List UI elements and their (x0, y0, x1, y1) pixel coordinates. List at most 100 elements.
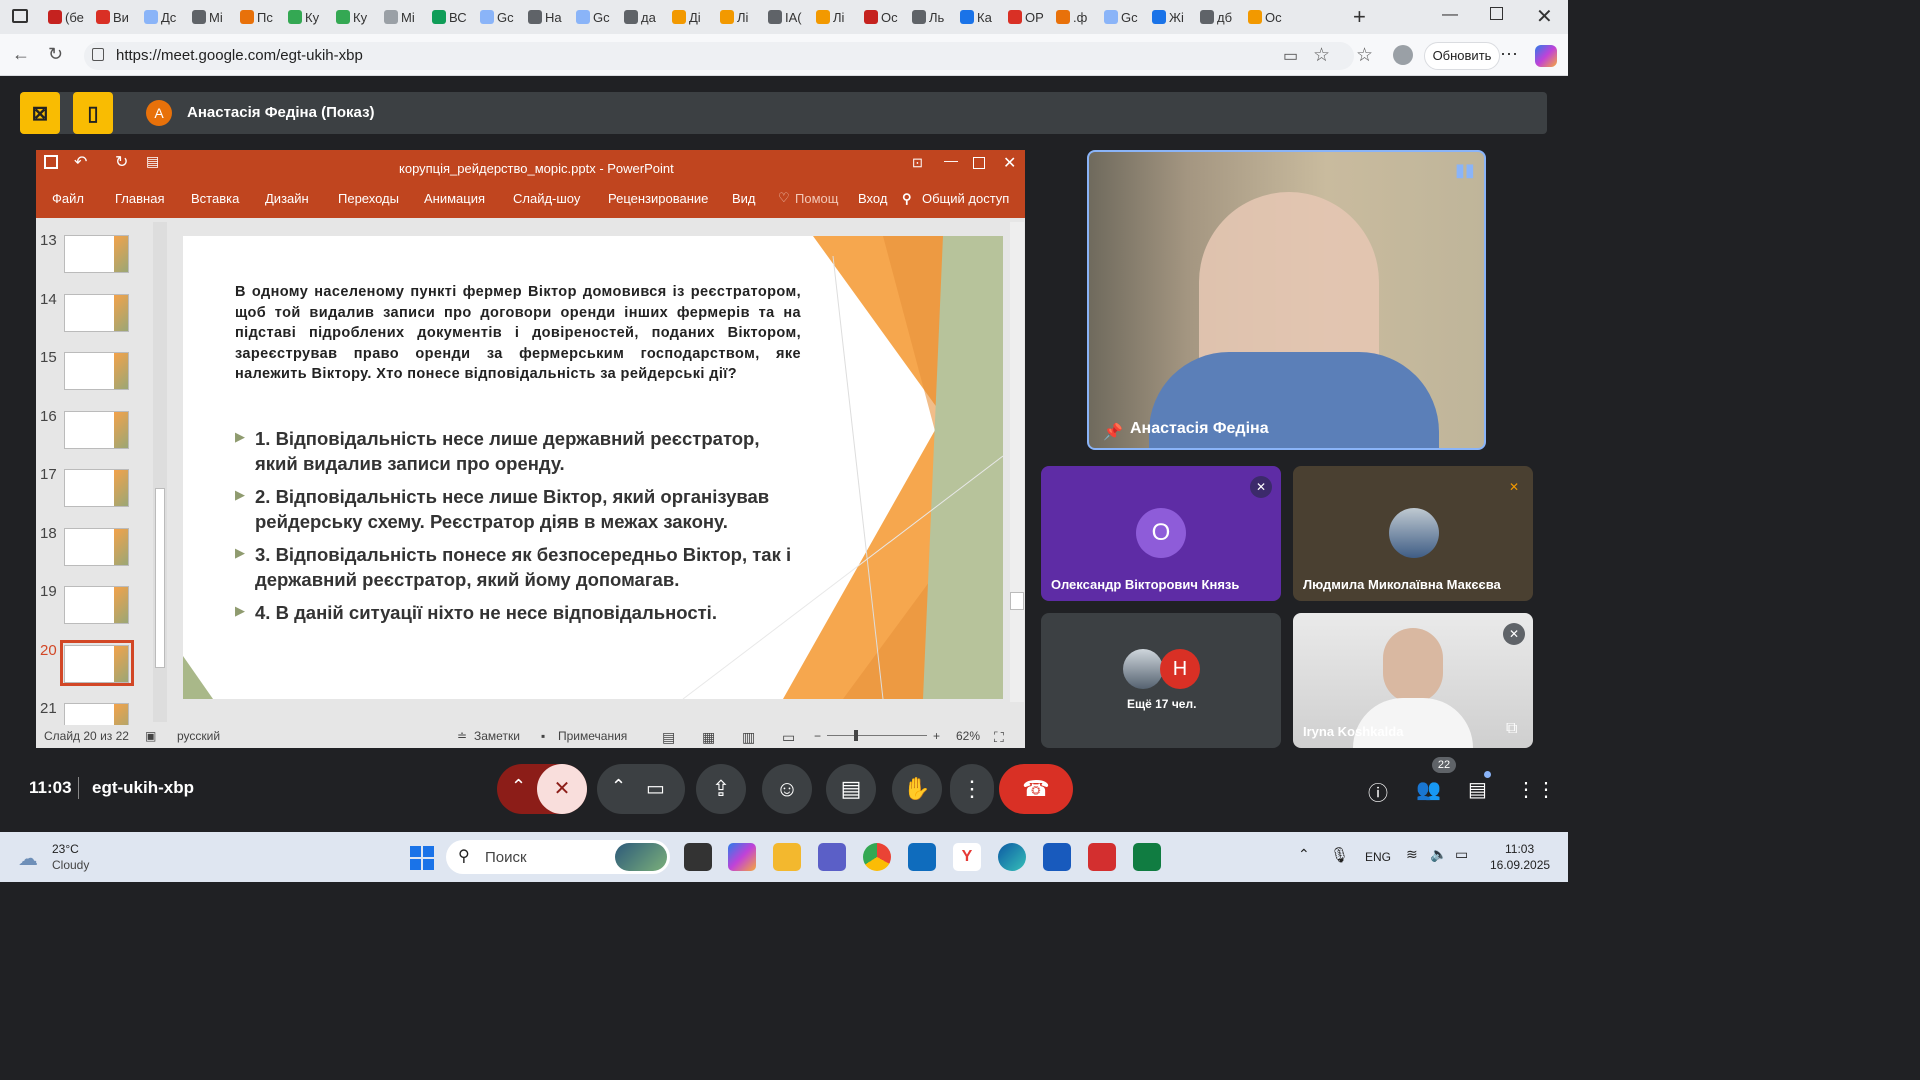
chat-icon[interactable]: ▤ (1468, 777, 1487, 802)
new-tab-icon[interactable]: + (1353, 4, 1366, 30)
file-explorer-icon[interactable] (773, 843, 801, 871)
update-button[interactable]: Обновить (1424, 42, 1500, 70)
ribbon-tab[interactable]: Главная (115, 191, 164, 206)
word-icon[interactable] (1043, 843, 1071, 871)
slide-thumbnail[interactable] (64, 527, 129, 566)
battery-icon[interactable]: ▭ (1455, 846, 1468, 863)
ribbon-display-icon[interactable]: ⊡ (912, 155, 923, 171)
tray-mic-icon[interactable]: 🎙 (1330, 846, 1349, 864)
browser-tab[interactable]: Ка (960, 5, 992, 29)
slide-scroll-thumb[interactable] (1010, 592, 1024, 610)
slide-hscroll[interactable] (183, 702, 1003, 722)
crop-icon[interactable]: ⧉ (1506, 720, 1517, 738)
back-icon[interactable]: ← (12, 44, 30, 65)
present-button[interactable]: ⇪ (696, 764, 746, 814)
share-button[interactable]: Общий доступ (922, 191, 1009, 206)
zoom-out-icon[interactable]: − (814, 729, 821, 743)
browser-tab[interactable]: ВС (432, 5, 467, 29)
task-view-icon[interactable] (684, 843, 712, 871)
pin-icon[interactable]: 📌 (1103, 422, 1123, 442)
reactions-button[interactable]: ☺ (762, 764, 812, 814)
browser-tab[interactable]: Мі (192, 5, 223, 29)
normal-view-icon[interactable]: ▤ (662, 729, 675, 746)
browser-tab[interactable]: Ви (96, 5, 129, 29)
weather-condition[interactable]: Cloudy (52, 858, 89, 872)
copilot-taskbar-icon[interactable] (728, 843, 756, 871)
slide-thumbnail[interactable] (64, 410, 129, 449)
save-icon[interactable] (44, 155, 58, 169)
start-slideshow-icon[interactable]: ▤ (146, 153, 159, 170)
spellcheck-icon[interactable]: ▣ (145, 729, 156, 743)
zoom-slider-handle[interactable] (854, 730, 858, 741)
ribbon-tab[interactable]: Вид (732, 191, 756, 206)
people-icon[interactable]: 👥 (1416, 777, 1441, 802)
browser-tab[interactable]: Gc (1104, 5, 1138, 29)
tray-overflow-icon[interactable]: ⌃ (1298, 846, 1310, 863)
chrome-icon[interactable] (863, 843, 891, 871)
site-info-icon[interactable] (92, 48, 104, 61)
stop-presenting-icon[interactable]: ⊠ (20, 92, 60, 134)
notes-button[interactable]: Заметки (474, 729, 520, 743)
ribbon-tab[interactable]: Слайд-шоу (513, 191, 580, 206)
maximize-window-icon[interactable] (1490, 7, 1503, 20)
language-status[interactable]: русский (177, 729, 220, 743)
camera-options-icon[interactable]: ⌃ (611, 776, 626, 797)
slide-canvas[interactable]: В одному населеному пункті фермер Віктор… (183, 236, 1003, 699)
raise-hand-button[interactable]: ✋ (892, 764, 942, 814)
browser-tab[interactable]: ОР (1008, 5, 1044, 29)
browser-tab[interactable]: На (528, 5, 562, 29)
mic-off-button[interactable]: ✕ (537, 764, 587, 814)
weather-temp[interactable]: 23°C (52, 842, 79, 856)
browser-tab[interactable]: Gc (576, 5, 610, 29)
browser-tab[interactable]: Жі (1152, 5, 1184, 29)
edge-icon[interactable] (998, 843, 1026, 871)
zoom-in-icon[interactable]: + (933, 729, 940, 743)
clock-date[interactable]: 16.09.2025 (1490, 858, 1550, 872)
zoom-slider[interactable] (827, 735, 927, 736)
activities-icon[interactable]: ⋮⋮ (1516, 777, 1556, 802)
sorter-view-icon[interactable]: ▦ (702, 729, 715, 746)
minimize-window-icon[interactable]: — (1442, 6, 1458, 24)
ribbon-tab[interactable]: Дизайн (265, 191, 309, 206)
clock-time[interactable]: 11:03 (1505, 842, 1534, 856)
close-window-icon[interactable]: ✕ (1536, 4, 1553, 29)
reload-icon[interactable]: ↻ (48, 44, 63, 65)
camera-button[interactable]: ▭ (646, 776, 665, 801)
slide-thumbnail[interactable] (64, 586, 129, 624)
teams-icon[interactable] (818, 843, 846, 871)
profile-avatar[interactable] (1393, 45, 1413, 65)
leave-call-button[interactable]: ☎ (999, 764, 1073, 814)
tab-actions-icon[interactable] (12, 9, 28, 23)
thumbnail-scroll-thumb[interactable] (155, 488, 165, 668)
browser-tab[interactable]: Лі (816, 5, 844, 29)
login-link[interactable]: Вход (858, 191, 887, 206)
more-participants-tile[interactable] (1041, 613, 1281, 748)
acrobat-icon[interactable] (1088, 843, 1116, 871)
wifi-icon[interactable]: ≋ (1406, 846, 1418, 863)
slide-thumbnail[interactable] (64, 293, 129, 332)
browser-tab[interactable]: дб (1200, 5, 1232, 29)
ribbon-tab[interactable]: Анимация (424, 191, 485, 206)
slide-scrollbar[interactable] (1010, 222, 1024, 702)
ppt-close-icon[interactable]: ✕ (1003, 153, 1016, 173)
slide-thumbnail[interactable] (64, 235, 129, 273)
browser-tab[interactable]: Дс (144, 5, 176, 29)
browser-tab[interactable]: Пс (240, 5, 273, 29)
captions-button[interactable]: ▤ (826, 764, 876, 814)
copilot-icon[interactable] (1535, 45, 1557, 67)
layout-icon[interactable]: ▯ (73, 92, 113, 134)
ppt-maximize-icon[interactable] (973, 157, 985, 169)
browser-tab[interactable]: (бе (48, 5, 84, 29)
fit-slide-icon[interactable]: ⛶ (994, 729, 1004, 746)
camera-in-use-icon[interactable]: ▭ (1283, 46, 1298, 66)
browser-tab[interactable]: Ос (1248, 5, 1282, 29)
slideshow-view-icon[interactable]: ▭ (782, 729, 795, 746)
browser-tab[interactable]: да (624, 5, 656, 29)
ribbon-tab[interactable]: Переходы (338, 191, 399, 206)
browser-tab[interactable]: ІА( (768, 5, 802, 29)
slide-thumbnail[interactable] (64, 352, 129, 390)
yandex-icon[interactable]: Y (953, 843, 981, 871)
favorites-icon[interactable]: ☆ (1356, 44, 1373, 67)
zoom-level[interactable]: 62% (956, 729, 980, 743)
ribbon-tab[interactable]: Файл (52, 191, 84, 206)
